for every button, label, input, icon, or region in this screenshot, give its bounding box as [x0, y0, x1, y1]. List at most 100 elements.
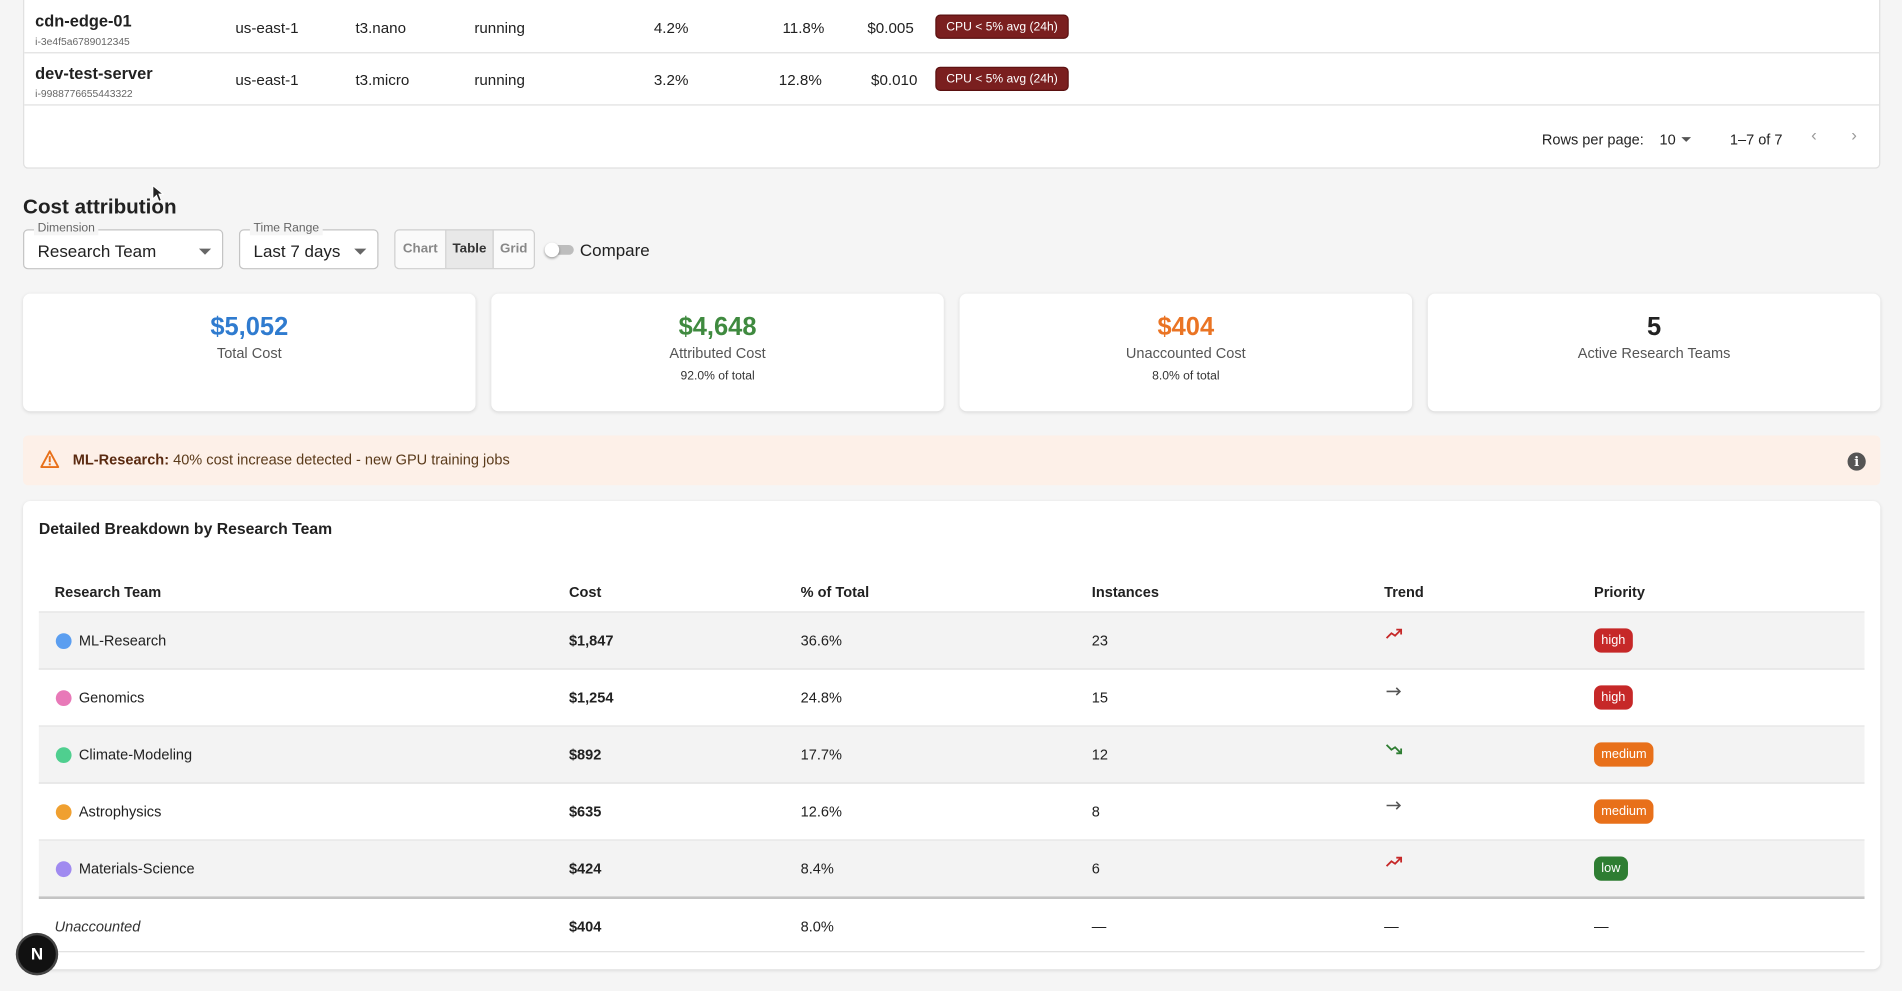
pagination-range: 1–7 of 7: [1729, 131, 1783, 148]
instance-region: us-east-1: [235, 71, 299, 89]
team-instances: —: [1091, 918, 1107, 936]
alert-message: ML-Research: 40% cost increase detected …: [73, 451, 510, 468]
team-percent: 36.6%: [800, 632, 842, 650]
unaccounted-cost-card: $404 Unaccounted Cost 8.0% of total: [959, 293, 1413, 412]
team-color-dot: [55, 747, 72, 764]
stat-title: Total Cost: [216, 344, 282, 362]
status-badge: CPU < 5% avg (24h): [935, 14, 1069, 39]
dimension-value: Research Team: [37, 241, 157, 261]
view-chart-button[interactable]: Chart: [395, 230, 447, 269]
dimension-select[interactable]: Dimension Research Team: [23, 221, 224, 270]
info-icon[interactable]: i: [1847, 452, 1866, 471]
table-row[interactable]: cdn-edge-01 i-3e4f5a6789012345 us-east-1…: [24, 1, 1880, 54]
instances-table: cdn-edge-01 i-3e4f5a6789012345 us-east-1…: [23, 0, 1881, 169]
instance-name: cdn-edge-01: [35, 12, 132, 31]
table-header: Research Team Cost % of Total Instances …: [38, 569, 1865, 613]
stat-value: $5,052: [210, 312, 289, 341]
status-badge: CPU < 5% avg (24h): [935, 66, 1069, 91]
active-teams-card: 5 Active Research Teams: [1427, 293, 1881, 412]
team-color-dot: [55, 690, 72, 707]
team-color-dot: [55, 861, 72, 878]
switch-thumb: [544, 242, 560, 258]
team-trend: —: [1384, 918, 1399, 936]
chevron-down-icon: [1681, 137, 1692, 142]
dimension-label: Dimension: [33, 221, 99, 236]
instance-memory: 11.8%: [782, 19, 825, 37]
trending-up-icon: [1385, 856, 1403, 867]
table-row-unaccounted: Unaccounted $404 8.0% — — —: [38, 897, 1865, 953]
priority-badge: high: [1594, 685, 1633, 710]
stat-title: Attributed Cost: [669, 344, 766, 362]
team-cost: $1,254: [568, 689, 614, 707]
column-header: Priority: [1594, 583, 1645, 601]
stat-value: 5: [1646, 312, 1662, 341]
column-header: Instances: [1091, 583, 1159, 601]
view-toggle-group: Chart Table Grid: [394, 229, 535, 270]
instance-id: i-3e4f5a6789012345: [35, 35, 130, 48]
team-percent: 12.6%: [800, 803, 842, 821]
breakdown-card: Detailed Breakdown by Research Team Rese…: [23, 501, 1881, 970]
column-header: Research Team: [54, 583, 162, 601]
instance-cpu: 3.2%: [653, 71, 689, 89]
mouse-cursor-icon: [152, 184, 164, 203]
table-row[interactable]: Materials-Science $424 8.4% 6 low: [38, 840, 1865, 898]
team-cost: $404: [568, 918, 602, 936]
stat-title: Active Research Teams: [1577, 344, 1731, 362]
instance-region: us-east-1: [235, 19, 299, 37]
team-instances: 23: [1091, 632, 1108, 650]
nextjs-devtools-button[interactable]: N: [18, 935, 56, 973]
table-row[interactable]: Climate-Modeling $892 17.7% 12 medium: [38, 726, 1865, 784]
table-row[interactable]: Genomics $1,254 24.8% 15 high: [38, 670, 1865, 727]
team-percent: 8.0%: [800, 918, 834, 936]
chevron-left-icon[interactable]: ‹: [1811, 125, 1817, 144]
team-instances: 12: [1091, 746, 1108, 764]
rows-per-page-label: Rows per page:: [1541, 131, 1644, 148]
column-header: Trend: [1384, 583, 1424, 601]
instance-type: t3.micro: [355, 71, 410, 89]
rows-per-page-select[interactable]: 10: [1660, 131, 1709, 148]
team-instances: 8: [1091, 803, 1100, 821]
breakdown-title: Detailed Breakdown by Research Team: [38, 519, 333, 538]
time-range-select[interactable]: Time Range Last 7 days: [238, 221, 379, 270]
stat-value: $4,648: [678, 312, 757, 341]
team-percent: 17.7%: [800, 746, 842, 764]
team-priority: —: [1594, 918, 1609, 936]
instance-cost: $0.010: [871, 71, 918, 89]
column-header: Cost: [568, 583, 602, 601]
instance-id: i-9988776655443322: [35, 87, 133, 100]
chevron-right-icon[interactable]: ›: [1851, 125, 1857, 144]
total-cost-card: $5,052 Total Cost: [23, 293, 476, 412]
compare-label: Compare: [579, 240, 650, 260]
compare-switch[interactable]: [544, 242, 574, 258]
stat-subtitle: 92.0% of total: [680, 369, 755, 384]
team-cost: $1,847: [568, 632, 614, 650]
table-row[interactable]: ML-Research $1,847 36.6% 23 high: [38, 612, 1865, 670]
chevron-down-icon: [354, 248, 367, 255]
team-cost: $424: [568, 860, 602, 878]
team-name: Genomics: [78, 689, 145, 707]
team-instances: 15: [1091, 689, 1108, 707]
rows-per-page-value: 10: [1659, 131, 1676, 148]
view-table-button[interactable]: Table: [446, 230, 494, 269]
team-instances: 6: [1091, 860, 1100, 878]
instance-memory: 12.8%: [778, 71, 822, 89]
time-range-value: Last 7 days: [253, 241, 341, 261]
time-range-label: Time Range: [249, 221, 323, 236]
team-percent: 24.8%: [800, 689, 842, 707]
trending-down-icon: [1385, 744, 1403, 755]
priority-badge: medium: [1594, 742, 1654, 767]
trending-flat-icon: [1386, 801, 1402, 810]
view-grid-button[interactable]: Grid: [494, 230, 534, 268]
team-name: Climate-Modeling: [78, 746, 193, 764]
priority-badge: low: [1594, 856, 1628, 881]
trending-up-icon: [1385, 628, 1403, 639]
table-row[interactable]: dev-test-server i-9988776655443322 us-ea…: [24, 53, 1880, 106]
cost-alert: ML-Research: 40% cost increase detected …: [23, 435, 1881, 486]
priority-badge: medium: [1594, 799, 1654, 824]
team-color-dot: [55, 633, 72, 650]
team-name: Astrophysics: [78, 803, 162, 821]
team-color-dot: [55, 804, 72, 821]
team-cost: $892: [568, 746, 602, 764]
table-row[interactable]: Astrophysics $635 12.6% 8 medium: [38, 784, 1865, 841]
alert-text: 40% cost increase detected - new GPU tra…: [173, 451, 510, 469]
